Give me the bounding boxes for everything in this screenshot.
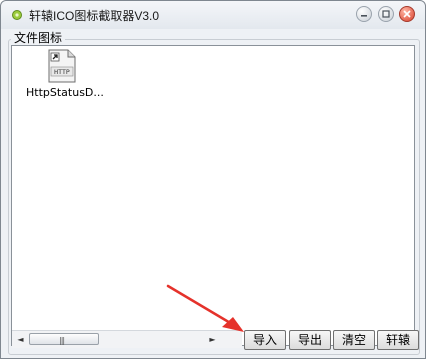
scrollbar-thumb[interactable]: ||| <box>29 333 99 345</box>
close-button[interactable] <box>399 6 415 22</box>
file-label: HttpStatusD... <box>26 86 104 99</box>
clear-button[interactable]: 清空 <box>333 330 375 350</box>
close-icon <box>403 10 411 18</box>
app-icon <box>12 10 22 20</box>
svg-text:HTTP: HTTP <box>54 68 70 76</box>
grip-icon: ||| <box>59 336 65 345</box>
title-bar[interactable]: 轩辕ICO图标截取器V3.0 <box>1 1 425 29</box>
group-label: 文件图标 <box>11 29 66 46</box>
window-title: 轩辕ICO图标截取器V3.0 <box>29 9 160 23</box>
minimize-button[interactable] <box>356 6 372 22</box>
maximize-icon <box>382 10 390 18</box>
export-button[interactable]: 导出 <box>289 330 331 350</box>
annotation-arrow-icon <box>166 284 244 332</box>
minimize-icon <box>361 15 367 17</box>
xuanyuan-button[interactable]: 轩辕 <box>377 330 419 350</box>
scroll-left-arrow-icon[interactable]: ◄ <box>14 333 27 346</box>
maximize-button[interactable] <box>378 6 394 22</box>
list-item[interactable]: HTTP HttpStatusD... <box>26 49 106 101</box>
http-file-icon: HTTP <box>48 49 76 83</box>
